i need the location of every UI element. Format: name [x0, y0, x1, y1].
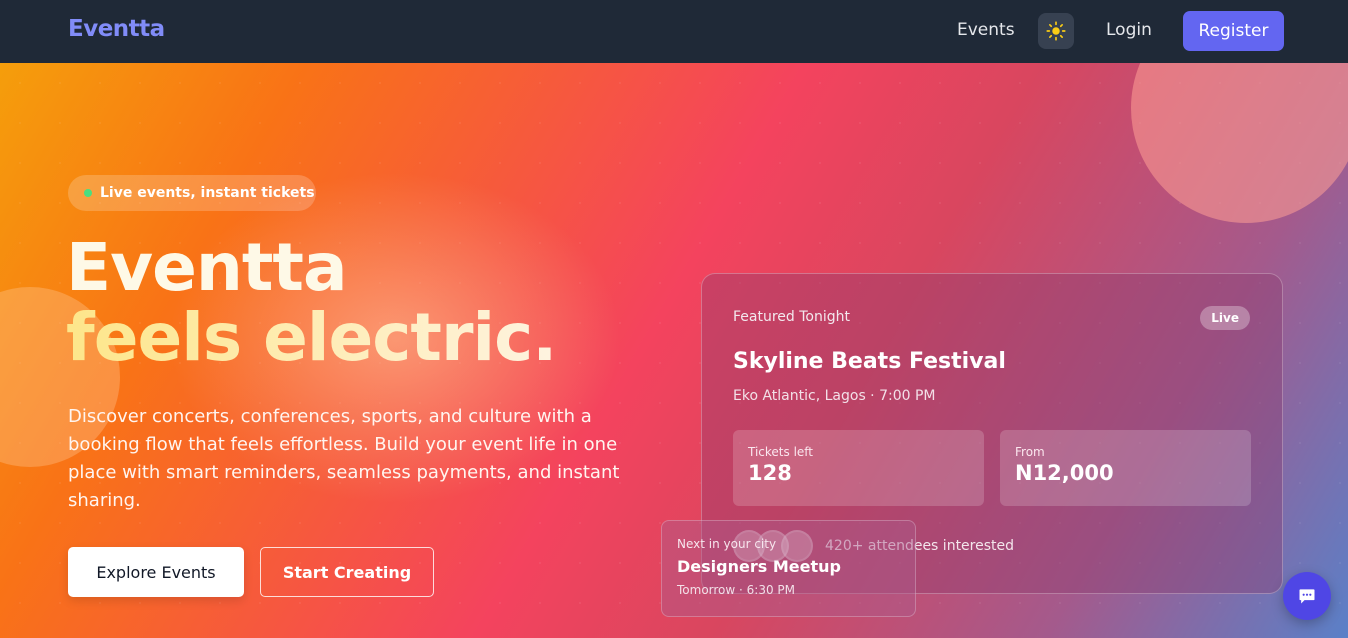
start-creating-button[interactable]: Start Creating [260, 547, 434, 597]
live-events-pill: Live events, instant tickets [68, 175, 316, 211]
chat-icon [1299, 589, 1315, 604]
featured-eyebrow: Featured Tonight [733, 309, 850, 325]
next-event-title: Designers Meetup [677, 557, 841, 576]
pill-label: Live events, instant tickets [100, 185, 315, 201]
stat-label: Tickets left [748, 445, 814, 459]
featured-event-title: Skyline Beats Festival [733, 349, 1006, 374]
stat-value: N12,000 [1015, 461, 1114, 485]
stat-label: From [1015, 445, 1045, 459]
hero-section: Live events, instant tickets Eventta fee… [0, 63, 1348, 638]
next-event-card[interactable]: Next in your city Designers Meetup Tomor… [661, 520, 916, 617]
register-button[interactable]: Register [1183, 11, 1284, 51]
nav-events-link[interactable]: Events [957, 20, 1015, 40]
top-navbar: Eventta Events Login Register [0, 0, 1348, 63]
hero-description: Discover concerts, conferences, sports, … [68, 406, 620, 511]
tickets-left-stat: Tickets left 128 [733, 430, 984, 506]
live-dot-icon [84, 189, 92, 197]
sun-icon [1046, 21, 1066, 41]
hero-headline-line1: Eventta [66, 229, 347, 306]
next-event-eyebrow: Next in your city [677, 537, 777, 551]
nav-login-link[interactable]: Login [1106, 20, 1152, 40]
hero-headline-line2: feels electric. [66, 299, 557, 376]
live-badge: Live [1200, 306, 1250, 330]
theme-toggle-button[interactable] [1038, 13, 1074, 49]
explore-events-button[interactable]: Explore Events [68, 547, 244, 597]
next-event-time: Tomorrow · 6:30 PM [677, 583, 796, 597]
price-from-stat: From N12,000 [1000, 430, 1251, 506]
featured-event-location: Eko Atlantic, Lagos · 7:00 PM [733, 388, 936, 404]
stat-value: 128 [748, 461, 792, 485]
chat-button[interactable] [1283, 572, 1331, 620]
brand-logo[interactable]: Eventta [68, 16, 165, 42]
